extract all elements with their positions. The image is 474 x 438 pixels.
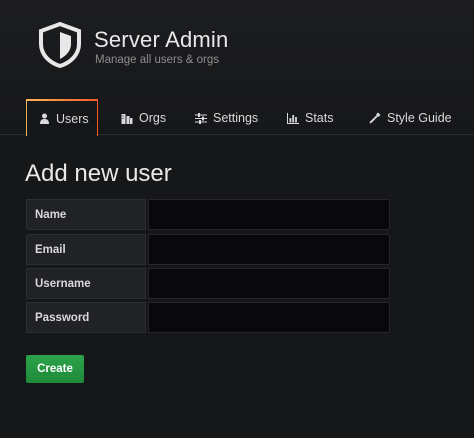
- tab-stats[interactable]: Stats: [264, 99, 344, 136]
- tab-label: Stats: [305, 111, 334, 125]
- username-label: Username: [26, 268, 146, 299]
- tab-label: Users: [56, 111, 89, 126]
- user-icon: [40, 113, 49, 124]
- eyedropper-icon: [369, 112, 381, 124]
- tab-style-guide[interactable]: Style Guide: [344, 99, 464, 136]
- create-button[interactable]: Create: [26, 355, 84, 383]
- shield-icon: [39, 22, 81, 68]
- building-icon: [121, 113, 133, 124]
- tab-orgs[interactable]: Orgs: [98, 99, 170, 136]
- page-header: Server Admin Manage all users & orgs Use…: [0, 0, 474, 137]
- page-title: Add new user: [25, 160, 172, 187]
- page-title-header: Server Admin: [94, 27, 229, 52]
- tab-users[interactable]: Users: [26, 99, 98, 137]
- page-subtitle: Manage all users & orgs: [95, 54, 220, 66]
- username-input[interactable]: [148, 268, 390, 299]
- password-label: Password: [26, 302, 146, 333]
- bar-chart-icon: [287, 112, 299, 124]
- tab-settings[interactable]: Settings: [170, 99, 264, 136]
- email-input[interactable]: [148, 234, 390, 265]
- tab-bar: Users Orgs Settings Stats Style Guide: [26, 99, 464, 137]
- username-row: Username: [26, 268, 390, 299]
- email-label: Email: [26, 234, 146, 265]
- password-input[interactable]: [148, 302, 390, 333]
- name-input[interactable]: [148, 199, 390, 230]
- tab-label: Style Guide: [387, 111, 452, 125]
- email-row: Email: [26, 234, 390, 265]
- tab-label: Orgs: [139, 111, 167, 125]
- sliders-icon: [195, 112, 207, 124]
- name-label: Name: [26, 199, 146, 230]
- name-row: Name: [26, 199, 390, 230]
- password-row: Password: [26, 302, 390, 333]
- tab-label: Settings: [213, 111, 259, 125]
